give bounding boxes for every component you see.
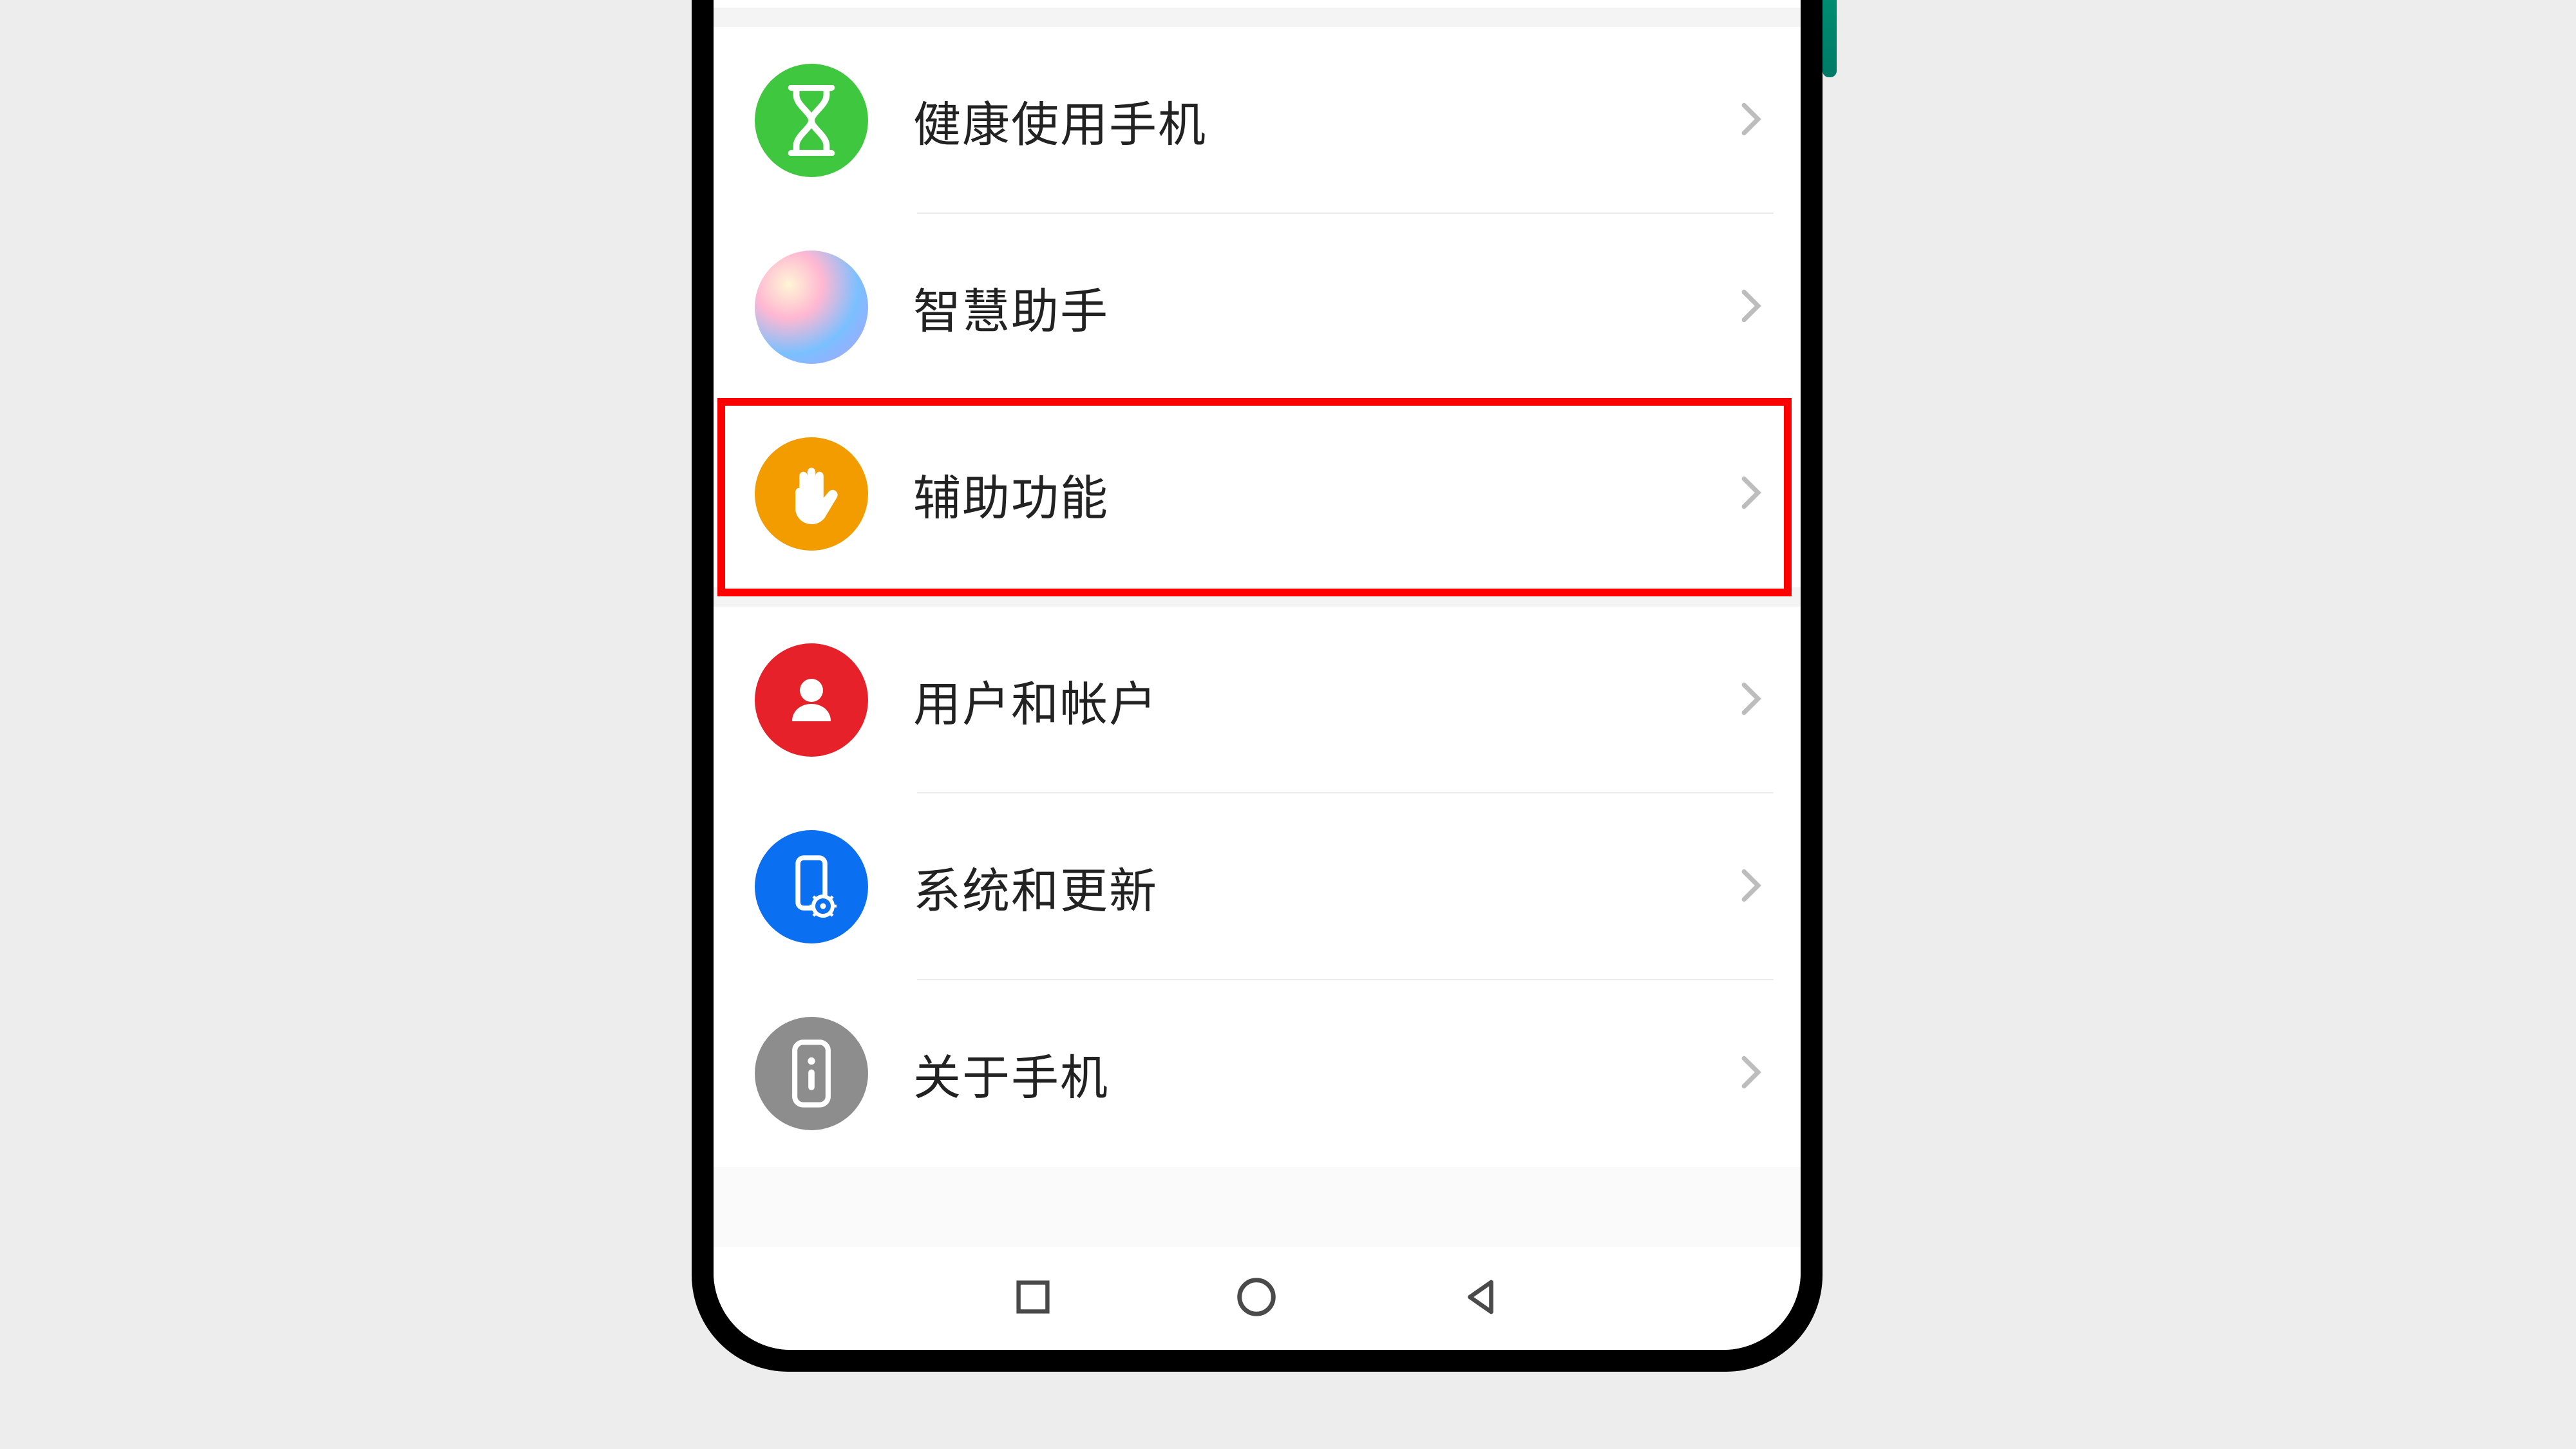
row-users-accounts[interactable]: 用户和帐户 bbox=[714, 607, 1801, 793]
chevron-right-icon bbox=[1740, 1055, 1762, 1093]
group-gap bbox=[714, 587, 1801, 607]
phone-gear-icon bbox=[755, 830, 868, 943]
nav-recent-button[interactable] bbox=[1012, 1276, 1054, 1321]
chevron-right-icon bbox=[1740, 102, 1762, 140]
assistant-icon bbox=[755, 251, 868, 364]
row-system-update[interactable]: 系统和更新 bbox=[714, 793, 1801, 980]
person-icon bbox=[755, 643, 868, 757]
row-ai-assistant[interactable]: 智慧助手 bbox=[714, 214, 1801, 401]
row-about-phone[interactable]: 关于手机 bbox=[714, 980, 1801, 1167]
hourglass-icon bbox=[755, 64, 868, 177]
settings-list: 健康使用手机 智慧助手 bbox=[714, 0, 1801, 1350]
android-navbar bbox=[714, 1247, 1801, 1350]
settings-group-system: 用户和帐户 系统 bbox=[714, 607, 1801, 1167]
nav-back-button[interactable] bbox=[1459, 1276, 1502, 1321]
nav-home-button[interactable] bbox=[1234, 1274, 1279, 1323]
row-label: 辅助功能 bbox=[913, 460, 1740, 529]
row-accessibility[interactable]: 辅助功能 bbox=[714, 401, 1801, 587]
chevron-right-icon bbox=[1740, 475, 1762, 513]
chevron-right-icon bbox=[1740, 868, 1762, 906]
phone-screen: 健康使用手机 智慧助手 bbox=[714, 0, 1801, 1350]
side-button bbox=[1823, 0, 1837, 77]
info-phone-icon bbox=[755, 1017, 868, 1130]
row-label: 智慧助手 bbox=[913, 273, 1740, 342]
row-label: 系统和更新 bbox=[913, 853, 1740, 922]
row-label: 健康使用手机 bbox=[913, 86, 1740, 155]
group-gap bbox=[714, 8, 1801, 27]
row-digital-balance[interactable]: 健康使用手机 bbox=[714, 27, 1801, 214]
hand-icon bbox=[755, 437, 868, 551]
chevron-right-icon bbox=[1740, 289, 1762, 327]
row-label: 用户和帐户 bbox=[913, 666, 1740, 735]
chevron-right-icon bbox=[1740, 681, 1762, 719]
settings-group-prev bbox=[714, 0, 1801, 8]
settings-group-main: 健康使用手机 智慧助手 bbox=[714, 27, 1801, 587]
row-label: 关于手机 bbox=[913, 1039, 1740, 1108]
phone-frame: 健康使用手机 智慧助手 bbox=[692, 0, 1823, 1372]
settings-row-prev[interactable] bbox=[714, 0, 1801, 8]
